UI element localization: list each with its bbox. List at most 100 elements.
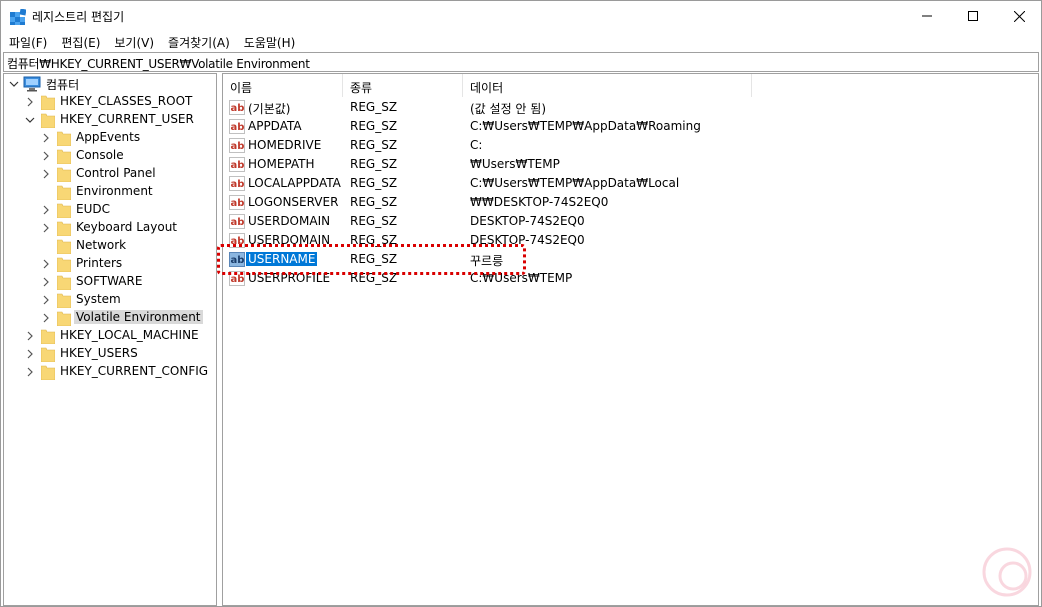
value-row[interactable]: ab HOMEPATH REG_SZ ₩Users₩TEMP — [223, 155, 1038, 174]
registry-editor-icon — [10, 8, 27, 25]
annotation-highlight — [217, 244, 526, 275]
tree-item-software[interactable]: SOFTWARE — [4, 273, 216, 291]
chevron-right-icon[interactable] — [25, 330, 35, 342]
title-bar: 레지스트리 편집기 — [1, 1, 1041, 31]
folder-icon — [57, 311, 71, 326]
tree-item-hkey-users[interactable]: HKEY_USERS — [4, 345, 216, 363]
chevron-right-icon[interactable] — [41, 312, 51, 324]
string-value-icon: ab — [229, 119, 245, 134]
chevron-right-icon[interactable] — [41, 294, 51, 306]
menu-favorites[interactable]: 즐겨찾기(A) — [168, 32, 230, 51]
tree-item-network[interactable]: Network — [4, 237, 216, 255]
value-name: (기본값) — [248, 102, 291, 116]
folder-icon — [41, 95, 55, 110]
maximize-button[interactable] — [950, 1, 996, 31]
value-data: DESKTOP-74S2EQ0 — [470, 214, 585, 228]
maximize-icon — [968, 11, 978, 21]
minimize-button[interactable] — [904, 1, 950, 31]
chevron-right-icon[interactable] — [41, 168, 51, 180]
chevron-right-icon[interactable] — [41, 276, 51, 288]
tree-item-keyboard-layout[interactable]: Keyboard Layout — [4, 219, 216, 237]
value-name: HOMEDRIVE — [248, 138, 322, 152]
value-type: REG_SZ — [350, 195, 398, 209]
chevron-right-icon[interactable] — [41, 150, 51, 162]
value-row[interactable]: ab LOCALAPPDATA REG_SZ C:₩Users₩TEMP₩AppDat… — [223, 174, 1038, 193]
folder-icon — [41, 347, 55, 362]
svg-text:ab: ab — [231, 179, 245, 190]
tree-item-hkey-local-machine[interactable]: HKEY_LOCAL_MACHINE — [4, 327, 216, 345]
close-button[interactable] — [996, 1, 1042, 31]
chevron-right-icon[interactable] — [41, 258, 51, 270]
tree-item-environment[interactable]: Environment — [4, 183, 216, 201]
value-name: APPDATA — [248, 119, 302, 133]
value-data: ₩₩DESKTOP-74S2EQ0 — [470, 195, 609, 209]
menu-view[interactable]: 보기(V) — [114, 32, 154, 51]
tree-item-computer[interactable]: 컴퓨터 — [4, 75, 216, 93]
tree-item-console[interactable]: Console — [4, 147, 216, 165]
tree-item-appevents[interactable]: AppEvents — [4, 129, 216, 147]
tree-item-hkey-current-user[interactable]: HKEY_CURRENT_USER — [4, 111, 216, 129]
tree-item-label: HKEY_LOCAL_MACHINE — [60, 328, 199, 342]
tree-item-label: Control Panel — [76, 166, 156, 180]
folder-icon — [41, 365, 55, 380]
column-header-name[interactable]: 이름 — [223, 74, 343, 97]
chevron-down-icon[interactable] — [9, 78, 19, 90]
chevron-right-icon[interactable] — [41, 222, 51, 234]
svg-text:ab: ab — [231, 274, 245, 285]
chevron-right-icon[interactable] — [25, 96, 35, 108]
tree-item-label: Printers — [76, 256, 123, 270]
value-data: C: — [470, 138, 483, 152]
folder-icon — [57, 149, 71, 164]
tree-item-hkey-current-config[interactable]: HKEY_CURRENT_CONFIG — [4, 363, 216, 381]
value-data: C:₩Users₩TEMP₩AppData₩Roaming — [470, 119, 701, 133]
tree-item-printers[interactable]: Printers — [4, 255, 216, 273]
value-type: REG_SZ — [350, 176, 398, 190]
menu-edit[interactable]: 편집(E) — [61, 32, 100, 51]
column-header-data[interactable]: 데이터 — [463, 74, 752, 97]
chevron-down-icon[interactable] — [25, 114, 35, 126]
value-row[interactable]: ab USERDOMAIN REG_SZ DESKTOP-74S2EQ0 — [223, 212, 1038, 231]
menu-file[interactable]: 파일(F) — [9, 32, 47, 51]
tree-item-label: System — [76, 292, 121, 306]
tree-item-eudc[interactable]: EUDC — [4, 201, 216, 219]
tree-item-volatile-environment[interactable]: Volatile Environment — [4, 309, 216, 327]
key-tree: 컴퓨터 HKEY_CLASSES_ROOT HKEY_CURRENT_USER … — [3, 73, 217, 606]
chevron-right-icon[interactable] — [25, 348, 35, 360]
registry-editor-window: 레지스트리 편집기 파일(F) 편집(E) 보기(V) 즐겨찾기(A) 도움말(… — [0, 0, 1042, 607]
string-value-icon: ab — [229, 214, 245, 229]
address-bar[interactable]: 컴퓨터₩HKEY_CURRENT_USER₩Volatile Environme… — [3, 52, 1039, 72]
value-data: (값 설정 안 됨) — [470, 102, 547, 116]
tree-item-label: HKEY_USERS — [60, 346, 138, 360]
menu-help[interactable]: 도움말(H) — [244, 32, 296, 51]
folder-icon — [57, 203, 71, 218]
value-list: 이름 종류 데이터 ab (기본값) REG_SZ (값 설정 안 됨) ab APPDA… — [222, 73, 1039, 606]
tree-item-label: Network — [76, 238, 127, 252]
chevron-right-icon[interactable] — [41, 132, 51, 144]
folder-icon — [41, 113, 55, 128]
value-row[interactable]: ab (기본값) REG_SZ (값 설정 안 됨) — [223, 98, 1038, 117]
folder-icon — [57, 131, 71, 146]
svg-text:ab: ab — [231, 122, 245, 133]
tree-item-label: AppEvents — [76, 130, 141, 144]
tree-item-label: 컴퓨터 — [46, 78, 80, 92]
minimize-icon — [922, 15, 932, 17]
chevron-right-icon[interactable] — [25, 366, 35, 378]
window-title: 레지스트리 편집기 — [32, 10, 125, 24]
folder-icon — [57, 239, 71, 254]
folder-icon — [57, 257, 71, 272]
value-row[interactable]: ab HOMEDRIVE REG_SZ C: — [223, 136, 1038, 155]
tree-item-control-panel[interactable]: Control Panel — [4, 165, 216, 183]
tree-item-hkey-classes-root[interactable]: HKEY_CLASSES_ROOT — [4, 93, 216, 111]
tree-item-system[interactable]: System — [4, 291, 216, 309]
column-header-type[interactable]: 종류 — [343, 74, 463, 97]
value-name: HOMEPATH — [248, 157, 315, 171]
svg-text:ab: ab — [231, 217, 245, 228]
chevron-right-icon[interactable] — [41, 204, 51, 216]
value-row[interactable]: ab LOGONSERVER REG_SZ ₩₩DESKTOP-74S2EQ0 — [223, 193, 1038, 212]
string-value-icon: ab — [229, 176, 245, 191]
folder-icon — [57, 275, 71, 290]
folder-icon — [57, 221, 71, 236]
value-name: LOCALAPPDATA — [248, 176, 341, 190]
value-row[interactable]: ab APPDATA REG_SZ C:₩Users₩TEMP₩AppData₩Roa… — [223, 117, 1038, 136]
value-type: REG_SZ — [350, 119, 398, 133]
